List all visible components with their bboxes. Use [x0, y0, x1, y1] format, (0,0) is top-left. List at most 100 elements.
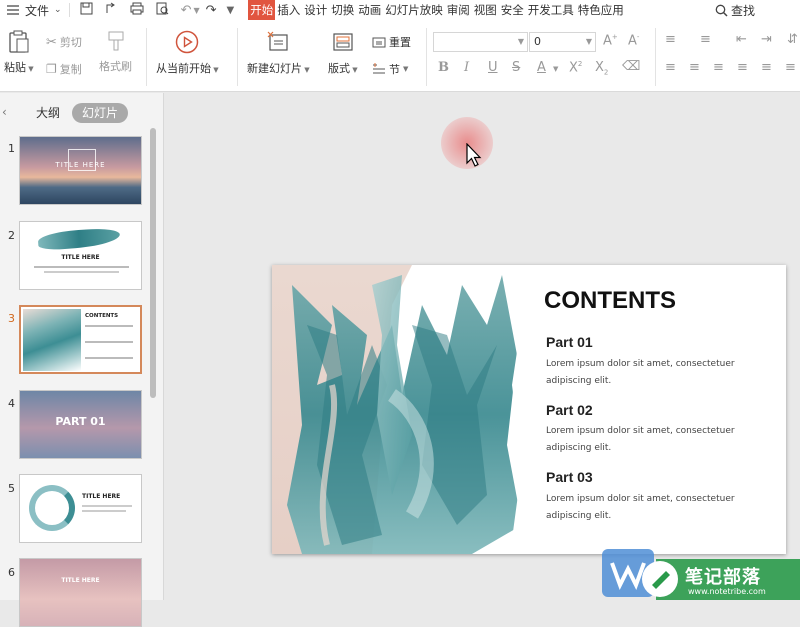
layout-icon: [333, 33, 353, 51]
customize-toolbar-icon[interactable]: ▼: [227, 5, 235, 16]
slide-thumbnail[interactable]: PART 01: [19, 390, 142, 459]
section-label: 节: [389, 63, 400, 76]
layout-label: 版式 ▼: [328, 62, 358, 75]
text-direction-icon[interactable]: ≡: [785, 60, 796, 75]
thumb-watercolor: [23, 309, 81, 371]
current-slide[interactable]: CONTENTS Part 01 Lorem ipsum dolor sit a…: [272, 265, 786, 554]
font-name-select[interactable]: ▼: [433, 32, 528, 52]
tab-3[interactable]: 设计: [302, 0, 329, 20]
undo-icon[interactable]: ↶: [181, 3, 192, 18]
divider: [426, 28, 427, 86]
thumb-title: CONTENTS: [85, 313, 119, 319]
format-painter-button[interactable]: 格式刷: [99, 30, 132, 74]
bold-icon[interactable]: B: [438, 60, 449, 75]
section-button[interactable]: 节 ▼: [372, 61, 408, 77]
copy-button[interactable]: ❐ 复制: [46, 61, 82, 77]
tab-6[interactable]: 幻灯片放映: [383, 0, 445, 20]
part-description[interactable]: Lorem ipsum dolor sit amet, consectetuer…: [546, 423, 746, 457]
save-icon[interactable]: [80, 2, 93, 18]
paste-button[interactable]: 粘贴 ▼: [4, 30, 34, 75]
tab-9[interactable]: 安全: [499, 0, 526, 20]
slide-number: 1: [8, 142, 15, 155]
slide-thumbnail[interactable]: TITLE HERE: [19, 221, 142, 290]
subscript-icon[interactable]: X2: [595, 60, 608, 77]
chevron-down-icon: ▼: [403, 65, 409, 73]
print-icon[interactable]: [130, 2, 144, 18]
tab-11[interactable]: 特色应用: [576, 0, 626, 20]
part-description[interactable]: Lorem ipsum dolor sit amet, consectetuer…: [546, 491, 746, 525]
chevron-down-icon: ▼: [517, 37, 524, 46]
search-icon: [715, 4, 728, 17]
slide-thumbnail-selected[interactable]: CONTENTS: [19, 305, 142, 374]
align-right-icon[interactable]: ≡: [713, 60, 724, 75]
tab-5[interactable]: 动画: [356, 0, 383, 20]
tab-4[interactable]: 切换: [329, 0, 356, 20]
chevron-down-icon: ▼: [26, 65, 34, 73]
chevron-down-icon[interactable]: ▼: [553, 65, 558, 73]
strikethrough-icon[interactable]: S: [512, 60, 520, 75]
increase-indent-icon[interactable]: ⇥: [761, 32, 772, 47]
part-title[interactable]: Part 03: [546, 469, 593, 485]
reset-label: 重置: [389, 36, 411, 49]
divider: [237, 28, 238, 86]
divider: [146, 28, 147, 86]
tab-outline[interactable]: 大纲: [36, 103, 60, 123]
font-color-icon[interactable]: A: [537, 60, 546, 75]
new-slide-button[interactable]: 新建幻灯片 ▼: [247, 30, 310, 76]
redo-icon[interactable]: ↷: [206, 3, 217, 18]
chevron-down-icon: ⌄: [54, 5, 62, 15]
watermark-logo: 笔记部落 www.notetribe.com: [598, 549, 800, 600]
play-icon: [176, 30, 199, 54]
chevron-down-icon[interactable]: ▼: [193, 6, 199, 15]
export-icon[interactable]: [105, 2, 118, 18]
bullet-list-icon[interactable]: ≡: [665, 32, 676, 47]
search-button[interactable]: 查找: [712, 0, 758, 20]
tab-2[interactable]: 插入: [275, 0, 302, 20]
reset-button[interactable]: 重置: [372, 34, 411, 50]
part-title[interactable]: Part 02: [546, 402, 593, 418]
part-description[interactable]: Lorem ipsum dolor sit amet, consectetuer…: [546, 356, 746, 390]
thumb-text-line: [34, 266, 129, 268]
line-spacing-icon[interactable]: ⇵: [787, 32, 798, 47]
decrease-indent-icon[interactable]: ⇤: [736, 32, 747, 47]
font-size-select[interactable]: 0 ▼: [529, 32, 596, 52]
slide-thumbnail[interactable]: TITLE HERE: [19, 474, 142, 543]
thumb-title: TITLE HERE: [82, 493, 121, 500]
tab-8[interactable]: 视图: [472, 0, 499, 20]
panel-scrollbar[interactable]: [150, 128, 156, 398]
cut-button[interactable]: ✂ 剪切: [46, 34, 82, 50]
watercolor-artwork: [272, 265, 532, 554]
main-menu-button[interactable]: 文件 ⌄: [0, 0, 65, 20]
decrease-font-icon[interactable]: A-: [628, 33, 639, 48]
align-left-icon[interactable]: ≡: [665, 60, 676, 75]
slide-thumbnail[interactable]: TITLE HERE: [19, 558, 142, 627]
layout-button[interactable]: 版式 ▼: [328, 30, 358, 76]
tab-10[interactable]: 开发工具: [526, 0, 576, 20]
underline-icon[interactable]: U: [488, 60, 498, 75]
print-preview-icon[interactable]: [156, 2, 169, 18]
cut-label: 剪切: [59, 36, 82, 49]
part-title[interactable]: Part 01: [546, 334, 593, 350]
tab-7[interactable]: 审阅: [445, 0, 472, 20]
tab-slides[interactable]: 幻灯片: [72, 103, 129, 123]
tab-1[interactable]: 开始: [248, 0, 276, 20]
increase-font-icon[interactable]: A+: [603, 33, 618, 48]
italic-icon[interactable]: I: [464, 60, 469, 75]
justify-icon[interactable]: ≡: [737, 60, 748, 75]
align-center-icon[interactable]: ≡: [689, 60, 700, 75]
eraser-icon[interactable]: ⌫: [622, 59, 640, 74]
distribute-icon[interactable]: ≡: [761, 60, 772, 75]
slide-canvas[interactable]: CONTENTS Part 01 Lorem ipsum dolor sit a…: [164, 93, 800, 600]
thumb-title: TITLE HERE: [61, 577, 100, 584]
slide-panel: ‹ 大纲 幻灯片 1 TITLE HERE 2 TITLE HERE 3 CON…: [0, 93, 164, 627]
play-from-current-button[interactable]: 从当前开始 ▼: [156, 30, 219, 76]
numbered-list-icon[interactable]: ≡: [700, 32, 711, 47]
chevron-down-icon: ▼: [585, 37, 592, 46]
ribbon-tabs: 开始 插入 设计 切换 动画 幻灯片放映 审阅 视图 安全 开发工具 特色应用: [248, 0, 626, 20]
slide-thumbnail[interactable]: TITLE HERE: [19, 136, 142, 205]
collapse-panel-icon[interactable]: ‹: [2, 105, 7, 119]
superscript-icon[interactable]: X2: [569, 60, 582, 75]
slide-number: 4: [8, 397, 15, 410]
slide-title[interactable]: CONTENTS: [544, 287, 676, 315]
thumb-text-line: [85, 341, 133, 343]
